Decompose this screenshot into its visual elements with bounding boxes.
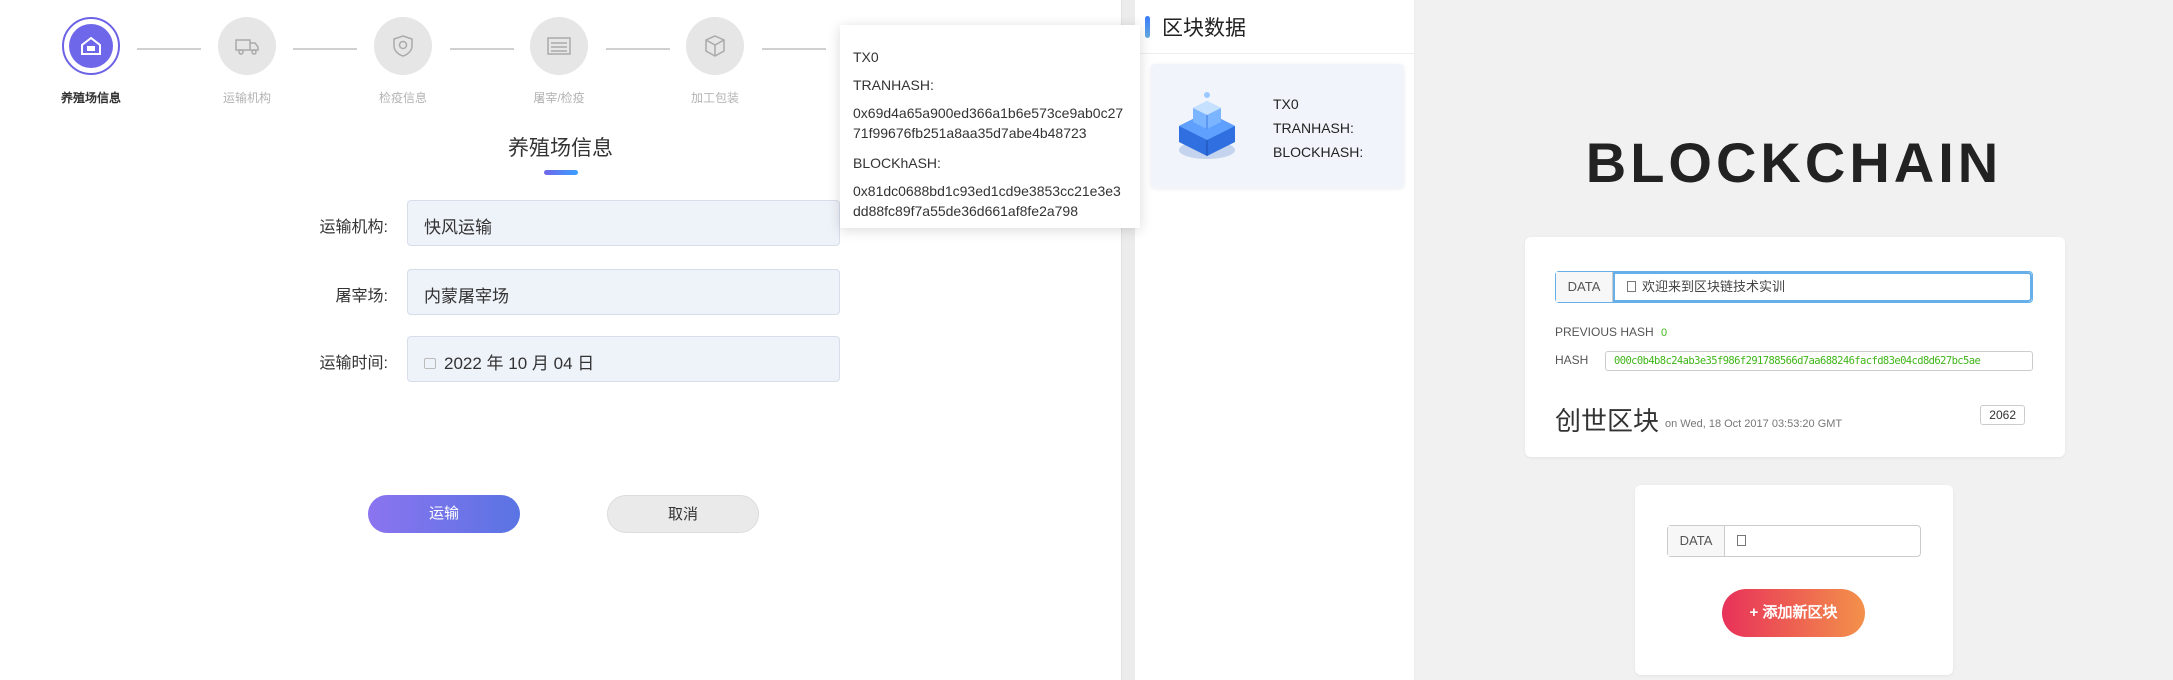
data-addon: DATA [1556, 272, 1613, 302]
form-title-text: 养殖场信息 [508, 137, 613, 160]
field-label: 运输机构: [319, 219, 388, 236]
block-timestamp: on Wed, 18 Oct 2017 03:53:20 GMT [1665, 418, 1843, 430]
list-icon [530, 17, 588, 75]
step-label: 养殖场信息 [60, 91, 121, 105]
box-icon [686, 17, 744, 75]
blockchain-demo-panel: BLOCKCHAIN DATA 欢迎来到区块链技术实训 PREVIOUS HAS… [1415, 0, 2173, 680]
cancel-button[interactable]: 取消 [607, 495, 759, 533]
blockchain-title: BLOCKCHAIN [1585, 131, 2003, 194]
block-data-title: 区块数据 [1162, 17, 1246, 40]
home-icon [69, 24, 113, 68]
block1-data-value[interactable]: 欢迎来到区块链技术实训 [1613, 272, 2032, 302]
shield-icon [374, 17, 432, 75]
step-connector [762, 48, 826, 50]
field-label: 运输时间: [319, 355, 388, 372]
app-root: 养殖场信息 运输机构 检疫信息 屠宰/检疫 加工包装 养殖场信息 运输机构: 快… [0, 0, 2173, 680]
genesis-title: 创世区块 [1555, 406, 1660, 436]
step-circle [62, 17, 120, 75]
step-label: 检疫信息 [378, 91, 427, 105]
step-label: 加工包装 [690, 91, 739, 105]
tooltip-blockhash-label: BLOCKhASH: [853, 155, 941, 171]
form-row-date: 运输时间: 2022 年 10 月 04 日 [280, 336, 840, 382]
step-label: 屠宰/检疫 [533, 91, 585, 105]
transaction-info: TX0 TRANHASH: BLOCKHASH: [1273, 92, 1363, 164]
card-tranhash: TRANHASH: [1273, 120, 1354, 136]
transaction-tooltip: TX0 TRANHASH: 0x69d4a65a900ed366a1b6e573… [840, 25, 1140, 228]
step-slaughter[interactable]: 屠宰/检疫 [499, 17, 619, 106]
hash-value: 000c0b4b8c24ab3e35f986f291788566d7aa6882… [1605, 351, 2033, 371]
transport-date-field[interactable]: 2022 年 10 月 04 日 [407, 336, 840, 382]
block2-data-value[interactable] [1725, 526, 1920, 556]
block-data-panel: 区块数据 TX0 TRANHASH: BLOCKHASH: [1135, 0, 1415, 680]
date-value: 2022 年 10 月 04 日 [444, 354, 595, 373]
add-block-button[interactable]: + 添加新区块 [1722, 589, 1865, 637]
blockchain-cube-icon [1173, 86, 1241, 166]
step-transport[interactable]: 运输机构 [187, 17, 307, 106]
block1-data-text: 欢迎来到区块链技术实训 [1642, 279, 1786, 294]
field-label: 屠宰场: [335, 288, 388, 305]
previous-hash-label: PREVIOUS HASH [1555, 325, 1654, 339]
slaughterhouse-field[interactable]: 内蒙屠宰场 [407, 269, 840, 315]
trace-form-panel: 养殖场信息 运输机构 检疫信息 屠宰/检疫 加工包装 养殖场信息 运输机构: 快… [0, 0, 1140, 680]
new-block-card: DATA + 添加新区块 [1635, 485, 1953, 675]
transaction-card[interactable]: TX0 TRANHASH: BLOCKHASH: [1151, 64, 1404, 188]
previous-hash-value: 0 [1661, 327, 1668, 339]
form-row-transport: 运输机构: 快风运输 [280, 200, 840, 246]
file-icon [1627, 281, 1636, 292]
truck-icon [218, 17, 276, 75]
nonce-badge: 2062 [1980, 405, 2025, 425]
genesis-block-heading: 创世区块 on Wed, 18 Oct 2017 03:53:20 GMT [1555, 401, 1842, 438]
title-underline [543, 170, 578, 175]
step-farm[interactable]: 养殖场信息 [31, 17, 151, 106]
block2-data-input[interactable]: DATA [1667, 525, 1921, 557]
tooltip-tx: TX0 [853, 49, 879, 65]
step-quarantine[interactable]: 检疫信息 [343, 17, 463, 106]
step-packaging[interactable]: 加工包装 [655, 17, 775, 106]
tooltip-blockhash: 0x81dc0688bd1c93ed1cd9e3853cc21e3e3dd88f… [853, 183, 1121, 219]
genesis-block-card: DATA 欢迎来到区块链技术实训 PREVIOUS HASH 0 HASH 00… [1525, 237, 2065, 457]
data-addon: DATA [1668, 526, 1725, 556]
tooltip-tranhash-label: TRANHASH: [853, 77, 934, 93]
file-icon [1737, 535, 1746, 546]
transport-org-field[interactable]: 快风运输 [407, 200, 840, 246]
submit-button[interactable]: 运输 [368, 495, 520, 533]
header-accent [1145, 16, 1150, 38]
tooltip-tranhash: 0x69d4a65a900ed366a1b6e573ce9ab0c2771f99… [853, 105, 1124, 141]
hash-label: HASH [1555, 353, 1589, 367]
block1-data-input[interactable]: DATA 欢迎来到区块链技术实训 [1555, 271, 2033, 303]
card-tx: TX0 [1273, 96, 1299, 112]
step-label: 运输机构 [222, 91, 271, 105]
previous-hash-row: PREVIOUS HASH 0 [1555, 325, 1667, 339]
calendar-icon [424, 358, 436, 369]
card-blockhash: BLOCKHASH: [1273, 144, 1364, 160]
block-data-header: 区块数据 [1135, 0, 1414, 54]
form-row-slaughterhouse: 屠宰场: 内蒙屠宰场 [280, 269, 840, 315]
